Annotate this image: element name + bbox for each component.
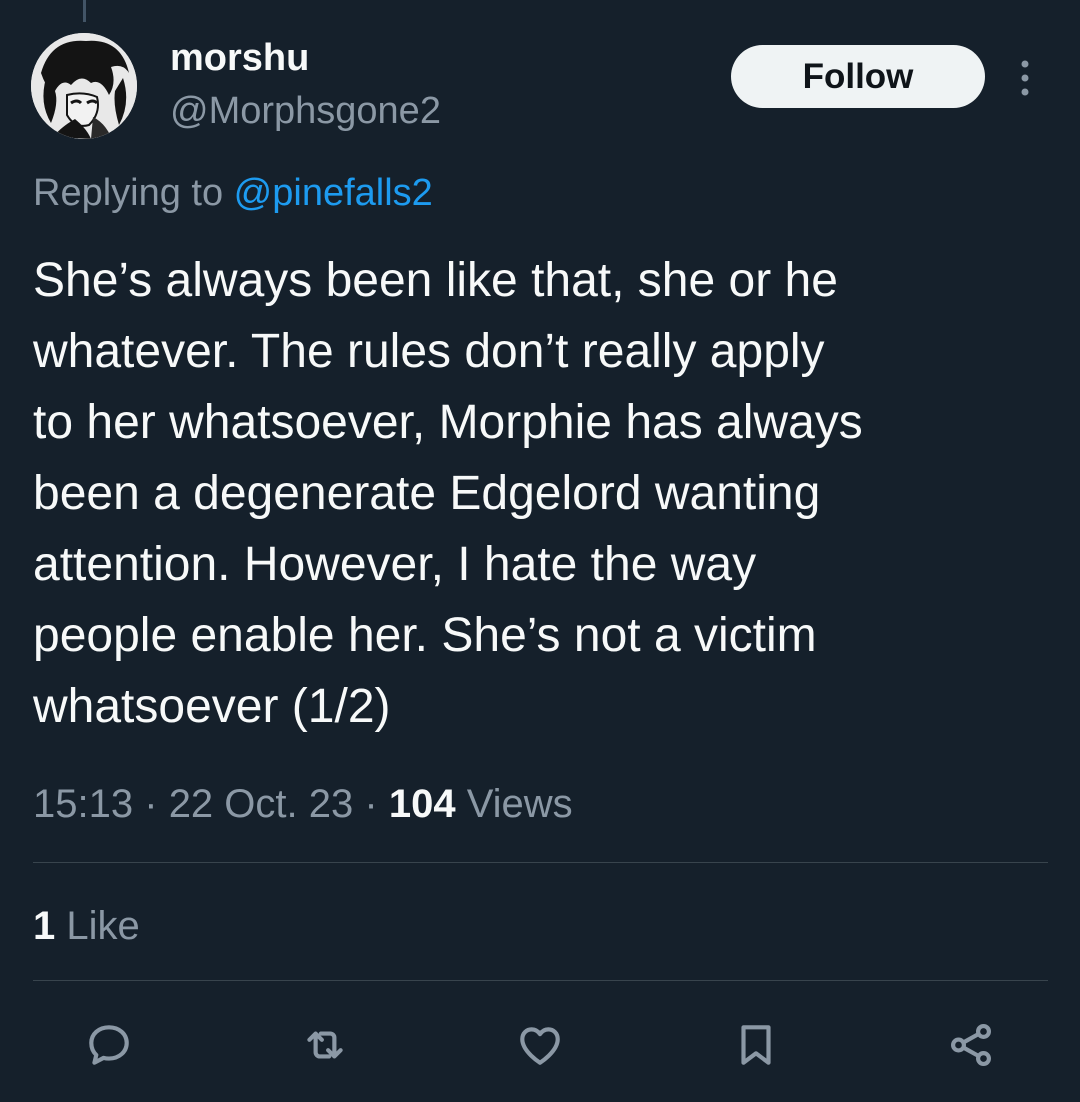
tweet-time[interactable]: 15:13 bbox=[33, 782, 133, 826]
avatar[interactable] bbox=[31, 33, 137, 139]
reply-context-prefix: Replying to bbox=[33, 172, 234, 214]
share-button[interactable] bbox=[944, 1018, 998, 1072]
like-button[interactable] bbox=[513, 1018, 567, 1072]
meta-separator: · bbox=[144, 782, 158, 826]
tweet-detail: morshu @Morphsgone2 Follow Replying to @… bbox=[0, 0, 1080, 1102]
retweet-icon bbox=[307, 1031, 343, 1059]
tweet-meta: 15:13 · 22 Oct. 23 · 104 Views bbox=[33, 780, 573, 828]
like-count: 1 bbox=[33, 904, 56, 948]
tweet-date[interactable]: 22 Oct. 23 bbox=[169, 782, 354, 826]
views-label: Views bbox=[466, 782, 573, 826]
reply-context: Replying to @pinefalls2 bbox=[33, 170, 433, 216]
like-heart-icon bbox=[520, 1027, 560, 1065]
avatar-image bbox=[31, 33, 137, 139]
share-icon bbox=[951, 1023, 991, 1067]
follow-button[interactable]: Follow bbox=[731, 45, 985, 108]
more-vertical-icon bbox=[1021, 60, 1029, 96]
likes-stat[interactable]: 1 Like bbox=[33, 902, 140, 950]
meta-separator: · bbox=[364, 782, 378, 826]
reply-mention-link[interactable]: @pinefalls2 bbox=[234, 172, 433, 214]
thread-connector-line bbox=[83, 0, 86, 22]
divider bbox=[33, 980, 1048, 981]
tweet-text: She’s always been like that, she or he w… bbox=[33, 254, 863, 733]
bookmark-button[interactable] bbox=[729, 1018, 783, 1072]
like-label: Like bbox=[66, 904, 140, 948]
author-handle[interactable]: @Morphsgone2 bbox=[170, 89, 441, 133]
reply-button[interactable] bbox=[82, 1018, 136, 1072]
author-display-name[interactable]: morshu bbox=[170, 36, 309, 80]
reply-icon bbox=[89, 1025, 129, 1065]
views-count: 104 bbox=[388, 782, 456, 826]
retweet-button[interactable] bbox=[298, 1018, 352, 1072]
divider bbox=[33, 862, 1048, 863]
bookmark-icon bbox=[741, 1025, 771, 1065]
more-options-button[interactable] bbox=[1008, 56, 1042, 100]
